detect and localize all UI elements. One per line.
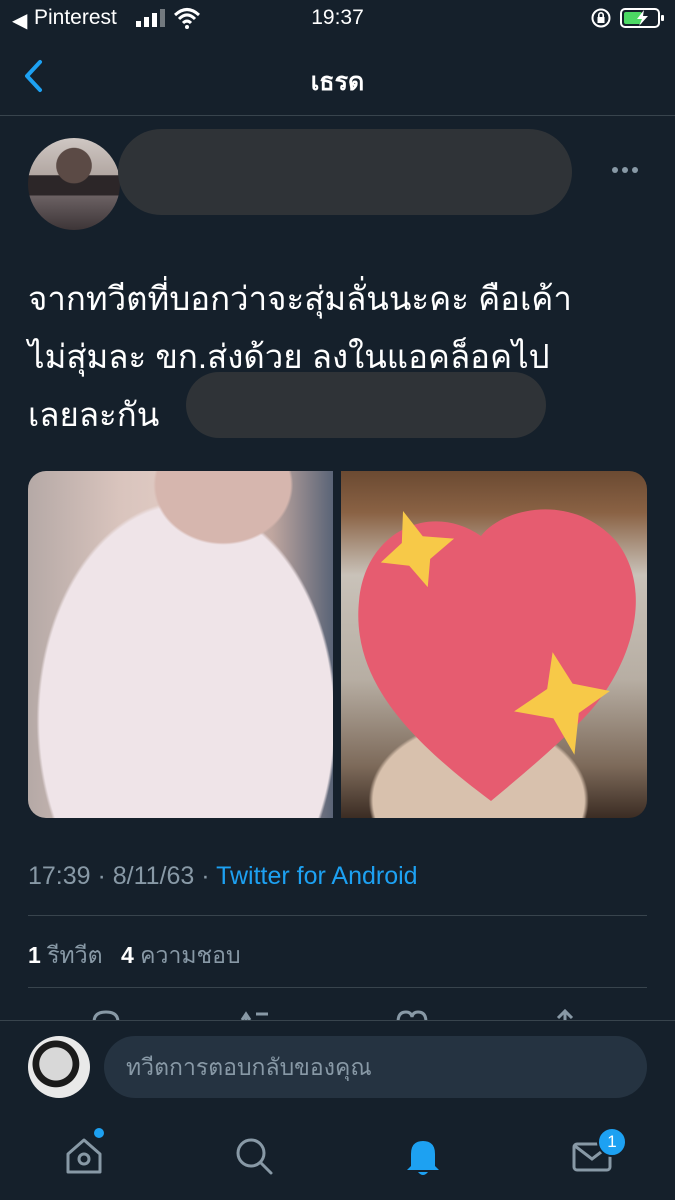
divider — [28, 915, 647, 916]
author-avatar[interactable] — [28, 138, 120, 230]
likes-stat[interactable]: 4 ความชอบ — [121, 942, 241, 968]
retweet-label: รีทวีต — [47, 942, 103, 968]
meta-separator: · — [90, 862, 113, 890]
more-icon[interactable] — [612, 160, 646, 174]
notifications-bell-icon[interactable] — [401, 1134, 445, 1178]
search-icon[interactable] — [232, 1134, 276, 1178]
status-bar: ◀ Pinterest 19:37 — [0, 0, 675, 36]
tweet-photo-2[interactable] — [341, 471, 647, 818]
battery-charging-icon — [620, 8, 664, 28]
current-user-avatar[interactable] — [28, 1036, 90, 1098]
page-title: เธรด — [310, 68, 365, 96]
messages-badge: 1 — [597, 1127, 627, 1157]
like-count: 4 — [120, 942, 134, 968]
tweet-source-link[interactable]: Twitter for Android — [216, 862, 417, 890]
like-label: ความชอบ — [140, 942, 241, 968]
thread-header: เธรด — [0, 40, 675, 116]
tweet-time: 17:39 — [28, 862, 91, 890]
status-time: 19:37 — [311, 6, 364, 29]
orientation-lock-icon — [591, 8, 611, 28]
home-icon[interactable] — [62, 1134, 106, 1178]
tweet-date: 8/11/63 — [112, 862, 195, 890]
retweets-stat[interactable]: 1 รีทวีต — [28, 942, 103, 968]
tweet-text-line: จากทวีตที่บอกว่าจะสุ่มลั่นนะคะ คือเค้า — [28, 280, 572, 317]
divider — [28, 987, 647, 988]
home-new-indicator — [94, 1128, 104, 1138]
retweet-count: 1 — [28, 942, 41, 968]
author-name-redacted — [118, 129, 572, 215]
reply-input[interactable]: ทวีตการตอบกลับของคุณ — [104, 1036, 647, 1098]
tweet-photo-1[interactable] — [28, 471, 333, 818]
tweet-meta: 17:39 · 8/11/63 · Twitter for Android — [28, 862, 418, 891]
mention-redacted — [186, 372, 546, 438]
tweet-stats: 1 รีทวีต 4 ความชอบ — [28, 938, 241, 974]
meta-separator: · — [194, 862, 217, 890]
heart-sticker — [358, 509, 636, 801]
tab-bar — [0, 1114, 675, 1200]
